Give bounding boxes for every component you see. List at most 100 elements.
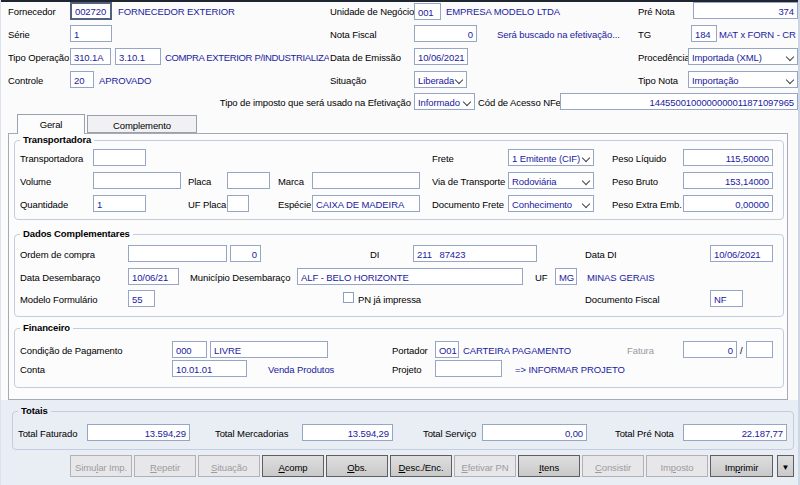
button-mnemonic: C: [595, 462, 602, 473]
chevron-down-icon: [463, 98, 471, 106]
unidade-negocio-input[interactable]: 001: [414, 3, 441, 20]
di-label: DI: [370, 249, 379, 260]
situacao-select[interactable]: Liberada: [414, 71, 467, 88]
imprimir-dropdown-button[interactable]: ▼: [777, 455, 794, 477]
cod-acesso-input[interactable]: 1445500100000000011871097965: [560, 93, 798, 110]
tipo-nota-value: Importação: [692, 75, 739, 86]
data-desembaraco-input[interactable]: 10/06/21: [128, 268, 179, 285]
chevron-down-icon: [786, 53, 794, 61]
projeto-label: Projeto: [392, 364, 421, 375]
tipo-imposto-select[interactable]: Informado: [414, 93, 475, 110]
uf-placa-label: UF Placa: [188, 199, 226, 210]
total-pre-nota-input[interactable]: 22.187,77: [683, 424, 787, 441]
acomp-button[interactable]: Acomp: [262, 455, 324, 477]
peso-bruto-input[interactable]: 153,14000: [683, 172, 773, 189]
itens-button[interactable]: Itens: [518, 455, 580, 477]
volume-input[interactable]: [93, 172, 181, 189]
situacao-button: Situação: [198, 455, 260, 477]
frete-select[interactable]: 1 Emitente (CIF): [508, 149, 594, 166]
uf-placa-input[interactable]: [227, 195, 249, 212]
modelo-formulario-label: Modelo Formulário: [20, 294, 98, 305]
total-mercadorias-input[interactable]: 13.594,29: [302, 424, 393, 441]
tipo-operacao-code1-input[interactable]: 310.1A: [70, 48, 111, 65]
tipo-operacao-code2-input[interactable]: 3.10.1: [115, 48, 161, 65]
button-label: esc./Enc.: [405, 462, 443, 473]
pre-nota-input[interactable]: 374: [693, 2, 798, 19]
marca-label: Marca: [278, 176, 304, 187]
unidade-negocio-label: Unidade de Negócio: [330, 6, 414, 17]
peso-liquido-label: Peso Líquido: [612, 153, 666, 164]
documento-fiscal-input[interactable]: NF: [710, 290, 743, 307]
procedencia-label: Procedência: [638, 52, 690, 63]
municipio-input[interactable]: ALF - BELO HORIZONTE: [297, 268, 523, 285]
chevron-down-icon: [582, 200, 590, 208]
button-label: tens: [541, 462, 559, 473]
ordem-compra-input[interactable]: [128, 245, 227, 262]
conta-input[interactable]: 10.01.01: [172, 360, 247, 377]
procedencia-select[interactable]: Importada (XML): [688, 48, 798, 65]
fatura-separator: /: [740, 345, 743, 356]
placa-input[interactable]: [227, 172, 270, 189]
pn-impressa-checkbox[interactable]: [343, 292, 354, 303]
nota-fiscal-input[interactable]: 0: [414, 25, 477, 42]
data-di-label: Data DI: [585, 249, 617, 260]
uf-name-text: MINAS GERAIS: [587, 272, 654, 283]
chevron-down-icon: [582, 177, 590, 185]
total-faturado-input[interactable]: 13.594,29: [87, 424, 190, 441]
di-input[interactable]: 211 87423: [413, 245, 537, 262]
documento-frete-select[interactable]: Conhecimento: [508, 195, 594, 212]
situacao-value: Liberada: [418, 75, 454, 86]
tipo-nota-select[interactable]: Importação: [688, 71, 798, 88]
quantidade-input[interactable]: 1: [93, 195, 146, 212]
situacao-label: Situação: [330, 75, 366, 86]
total-pre-nota-label: Total Pré Nota: [615, 428, 674, 439]
condicao-pagamento-code-input[interactable]: 000: [172, 341, 207, 358]
marca-input[interactable]: [312, 172, 420, 189]
frete-value: 1 Emitente (CIF): [512, 153, 580, 164]
button-label: bs.: [354, 462, 366, 473]
consistir-button: Consistir: [582, 455, 644, 477]
serie-input[interactable]: 1: [70, 25, 112, 42]
condicao-pagamento-desc-input[interactable]: LIVRE: [210, 341, 328, 358]
imprimir-button[interactable]: Imprimir: [710, 455, 773, 477]
tab-complemento[interactable]: Complemento: [87, 115, 197, 133]
button-label: rimir: [740, 462, 758, 473]
fatura-parcela-input[interactable]: [746, 341, 773, 358]
via-transporte-select[interactable]: Rodoviária: [508, 172, 594, 189]
ordem-compra-num-input[interactable]: 0: [230, 245, 261, 262]
peso-liquido-input[interactable]: 115,50000: [683, 149, 773, 166]
fatura-input[interactable]: 0: [683, 341, 737, 358]
fornecedor-code-input[interactable]: 002720: [70, 2, 112, 20]
quantidade-label: Quantidade: [20, 199, 68, 210]
button-label: epetir: [157, 462, 180, 473]
desc-enc-button[interactable]: Desc./Enc.: [390, 455, 452, 477]
portador-input[interactable]: O01: [435, 341, 459, 358]
total-faturado-label: Total Faturado: [18, 428, 77, 439]
button-label: Simu: [75, 462, 96, 473]
projeto-input[interactable]: [435, 360, 502, 377]
transportadora-input[interactable]: [93, 149, 146, 166]
modelo-formulario-input[interactable]: 55: [128, 290, 155, 307]
peso-bruto-label: Peso Bruto: [612, 176, 658, 187]
pre-nota-label: Pré Nota: [638, 6, 675, 17]
especie-input[interactable]: CAIXA DE MADEIRA: [312, 195, 420, 212]
total-servico-input[interactable]: 0,00: [482, 424, 587, 441]
window-top-border: [0, 0, 800, 2]
button-label: onsistir: [602, 462, 631, 473]
documento-fiscal-label: Documento Fiscal: [585, 294, 659, 305]
pre-nota-window: Fornecedor 002720 FORNECEDOR EXTERIOR Un…: [0, 0, 800, 485]
button-mnemonic: R: [150, 462, 157, 473]
tab-geral[interactable]: Geral: [17, 114, 85, 134]
via-transporte-label: Via de Transporte: [432, 176, 505, 187]
documento-frete-label: Documento Frete: [432, 199, 504, 210]
data-emissao-label: Data de Emissão: [330, 52, 401, 63]
obs-button[interactable]: Obs.: [326, 455, 388, 477]
controle-input[interactable]: 20: [70, 71, 94, 88]
peso-extra-input[interactable]: 0,00000: [683, 195, 773, 212]
tg-input[interactable]: 184: [691, 25, 717, 42]
data-di-input[interactable]: 10/06/2021: [710, 245, 773, 262]
condicao-pagamento-label: Condição de Pagamento: [20, 345, 122, 356]
uf-input[interactable]: MG: [555, 268, 577, 285]
data-emissao-input[interactable]: 10/06/2021: [414, 48, 468, 65]
tipo-imposto-value: Informado: [418, 97, 460, 108]
